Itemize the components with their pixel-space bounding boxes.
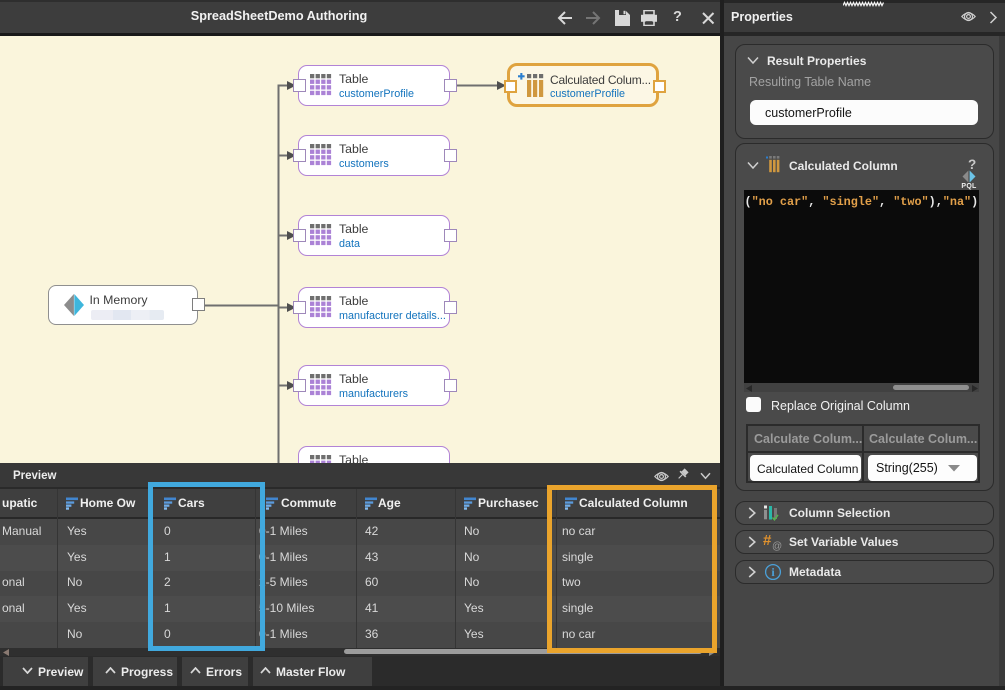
- svg-text:i: i: [771, 565, 775, 579]
